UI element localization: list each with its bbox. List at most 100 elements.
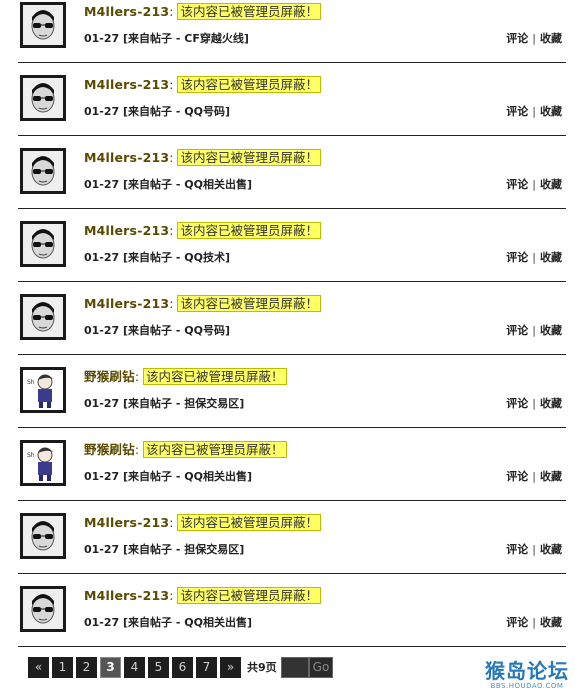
comment-link[interactable]: 评论 xyxy=(506,543,528,556)
page-5-button[interactable]: 5 xyxy=(148,656,169,678)
feed-item: M4llers-213: 该内容已被管理员屏蔽！ 01-27 [来自帖子 - Q… xyxy=(18,584,566,647)
prev-page-button[interactable]: « xyxy=(28,656,49,678)
post-meta[interactable]: 01-27 [来自帖子 - QQ相关出售] xyxy=(84,178,252,192)
page-7-button[interactable]: 7 xyxy=(196,656,217,678)
username-link[interactable]: M4llers-213 xyxy=(84,223,169,238)
user-avatar[interactable] xyxy=(20,294,66,340)
favorite-link[interactable]: 收藏 xyxy=(540,251,562,264)
page-4-button[interactable]: 4 xyxy=(124,656,145,678)
separator: | xyxy=(532,32,536,45)
comment-link[interactable]: 评论 xyxy=(506,324,528,337)
feed-item: M4llers-213: 该内容已被管理员屏蔽！ 01-27 [来自帖子 - Q… xyxy=(18,219,566,282)
separator: | xyxy=(532,543,536,556)
page-3-current: 3 xyxy=(100,656,121,678)
total-pages: 共9页 xyxy=(247,661,277,674)
site-logo[interactable]: 猴岛论坛 BBS.HOUDAO.COM xyxy=(485,660,569,691)
favorite-link[interactable]: 收藏 xyxy=(540,616,562,629)
post-line: 野猴刷钻: 该内容已被管理员屏蔽！ xyxy=(84,441,287,458)
comment-link[interactable]: 评论 xyxy=(506,178,528,191)
comment-link[interactable]: 评论 xyxy=(506,616,528,629)
svg-text:Sh: Sh xyxy=(27,379,35,386)
item-actions: 评论 | 收藏 xyxy=(506,470,562,484)
comment-link[interactable]: 评论 xyxy=(506,105,528,118)
feed-item: M4llers-213: 该内容已被管理员屏蔽！ 01-27 [来自帖子 - Q… xyxy=(18,73,566,136)
blocked-content: 该内容已被管理员屏蔽！ xyxy=(177,514,321,531)
post-line: M4llers-213: 该内容已被管理员屏蔽！ xyxy=(84,76,321,93)
blocked-content: 该内容已被管理员屏蔽！ xyxy=(177,149,321,166)
post-line: 野猴刷钻: 该内容已被管理员屏蔽！ xyxy=(84,368,287,385)
post-meta[interactable]: 01-27 [来自帖子 - QQ号码] xyxy=(84,105,230,119)
user-avatar[interactable] xyxy=(20,148,66,194)
username-link[interactable]: M4llers-213 xyxy=(84,150,169,165)
comment-link[interactable]: 评论 xyxy=(506,397,528,410)
page-6-button[interactable]: 6 xyxy=(172,656,193,678)
post-meta[interactable]: 01-27 [来自帖子 - QQ相关出售] xyxy=(84,616,252,630)
post-meta[interactable]: 01-27 [来自帖子 - 担保交易区] xyxy=(84,543,244,557)
separator: | xyxy=(532,616,536,629)
comment-link[interactable]: 评论 xyxy=(506,251,528,264)
blocked-content: 该内容已被管理员屏蔽！ xyxy=(177,222,321,239)
item-actions: 评论 | 收藏 xyxy=(506,397,562,411)
colon: : xyxy=(169,4,174,19)
username-link[interactable]: M4llers-213 xyxy=(84,77,169,92)
avatar-glasses-icon xyxy=(23,297,63,337)
username-link[interactable]: 野猴刷钻 xyxy=(84,442,135,457)
favorite-link[interactable]: 收藏 xyxy=(540,178,562,191)
username-link[interactable]: M4llers-213 xyxy=(84,296,169,311)
avatar-cartoon-icon: Sh xyxy=(23,370,63,410)
feed-item: M4llers-213: 该内容已被管理员屏蔽！ 01-27 [来自帖子 - 担… xyxy=(18,511,566,574)
user-avatar[interactable] xyxy=(20,221,66,267)
page-2-button[interactable]: 2 xyxy=(76,656,97,678)
favorite-link[interactable]: 收藏 xyxy=(540,324,562,337)
avatar-glasses-icon xyxy=(23,589,63,629)
colon: : xyxy=(169,223,174,238)
post-meta[interactable]: 01-27 [来自帖子 - QQ号码] xyxy=(84,324,230,338)
username-link[interactable]: M4llers-213 xyxy=(84,588,169,603)
user-avatar[interactable] xyxy=(20,2,66,48)
go-button[interactable]: Go xyxy=(308,656,334,678)
feed-item: M4llers-213: 该内容已被管理员屏蔽！ 01-27 [来自帖子 - C… xyxy=(18,0,566,63)
feed-item: Sh 野猴刷钻: 该内容已被管理员屏蔽！ 01-27 [来自帖子 - QQ相关出… xyxy=(18,438,566,501)
user-avatar[interactable] xyxy=(20,75,66,121)
user-avatar[interactable] xyxy=(20,513,66,559)
page-number-input[interactable] xyxy=(280,656,309,678)
favorite-link[interactable]: 收藏 xyxy=(540,32,562,45)
avatar-glasses-icon xyxy=(23,516,63,556)
favorite-link[interactable]: 收藏 xyxy=(540,397,562,410)
favorite-link[interactable]: 收藏 xyxy=(540,105,562,118)
post-meta[interactable]: 01-27 [来自帖子 - QQ技术] xyxy=(84,251,230,265)
item-actions: 评论 | 收藏 xyxy=(506,616,562,630)
user-avatar[interactable]: Sh xyxy=(20,440,66,486)
item-actions: 评论 | 收藏 xyxy=(506,178,562,192)
blocked-content: 该内容已被管理员屏蔽！ xyxy=(177,76,321,93)
user-avatar[interactable]: Sh xyxy=(20,367,66,413)
blocked-content: 该内容已被管理员屏蔽！ xyxy=(177,587,321,604)
post-meta[interactable]: 01-27 [来自帖子 - CF穿越火线] xyxy=(84,32,249,46)
favorite-link[interactable]: 收藏 xyxy=(540,470,562,483)
username-link[interactable]: M4llers-213 xyxy=(84,515,169,530)
colon: : xyxy=(134,369,140,384)
avatar-glasses-icon xyxy=(23,5,63,45)
post-meta[interactable]: 01-27 [来自帖子 - 担保交易区] xyxy=(84,397,244,411)
next-page-button[interactable]: » xyxy=(220,656,241,678)
user-avatar[interactable] xyxy=(20,586,66,632)
avatar-cartoon-icon: Sh xyxy=(23,443,63,483)
pagination: « 1 2 3 4 5 6 7 » 共9页 Go xyxy=(28,656,334,678)
page-1-button[interactable]: 1 xyxy=(52,656,73,678)
favorite-link[interactable]: 收藏 xyxy=(540,543,562,556)
item-actions: 评论 | 收藏 xyxy=(506,543,562,557)
logo-url: BBS.HOUDAO.COM xyxy=(490,682,564,690)
separator: | xyxy=(532,397,536,410)
logo-text: 猴岛论坛 xyxy=(485,659,569,683)
post-line: M4llers-213: 该内容已被管理员屏蔽！ xyxy=(84,3,321,20)
post-meta[interactable]: 01-27 [来自帖子 - QQ相关出售] xyxy=(84,470,252,484)
comment-link[interactable]: 评论 xyxy=(506,470,528,483)
comment-link[interactable]: 评论 xyxy=(506,32,528,45)
item-actions: 评论 | 收藏 xyxy=(506,251,562,265)
username-link[interactable]: 野猴刷钻 xyxy=(84,369,135,384)
separator: | xyxy=(532,105,536,118)
username-link[interactable]: M4llers-213 xyxy=(84,4,169,19)
colon: : xyxy=(169,150,174,165)
item-actions: 评论 | 收藏 xyxy=(506,105,562,119)
post-line: M4llers-213: 该内容已被管理员屏蔽！ xyxy=(84,514,321,531)
